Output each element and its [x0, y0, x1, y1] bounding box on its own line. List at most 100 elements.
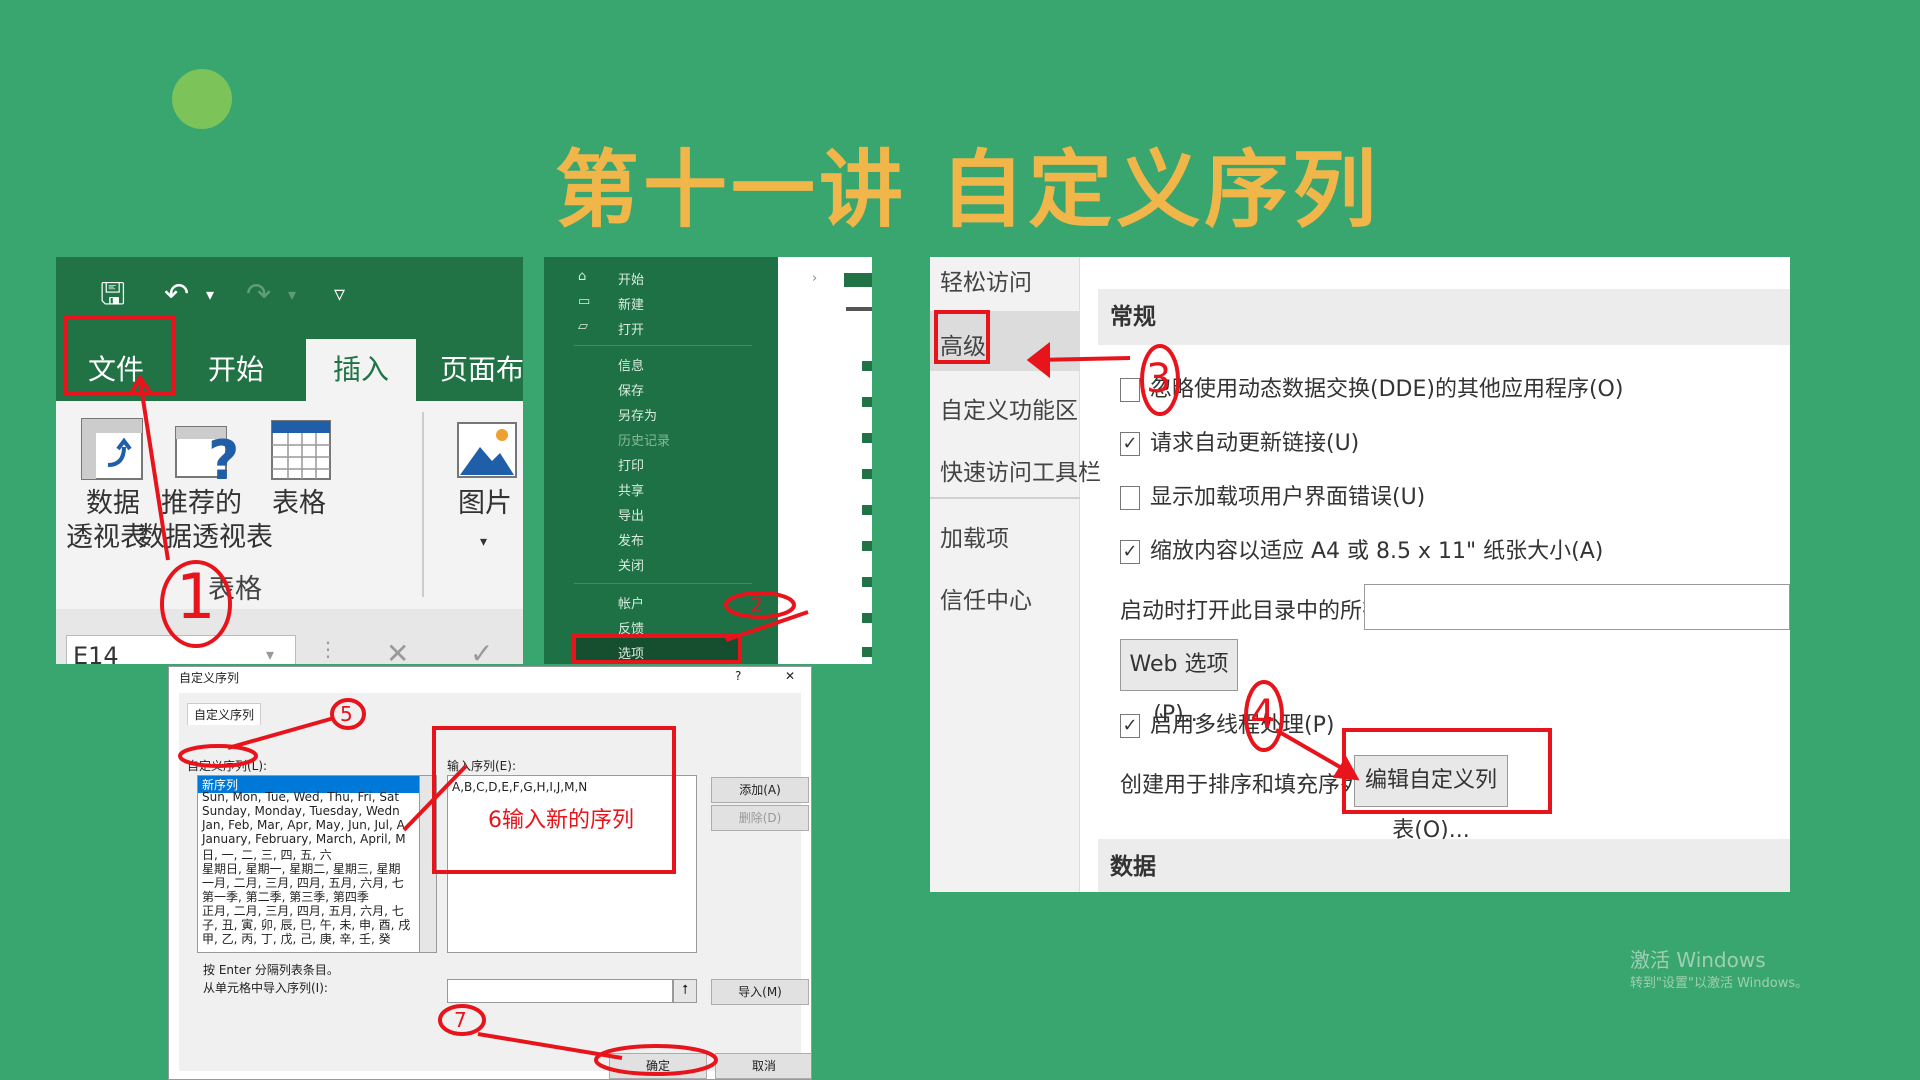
backstage-item-history: 历史记录: [618, 434, 671, 449]
tab-home[interactable]: 开始: [186, 339, 286, 401]
backstage-item-close[interactable]: 关闭: [618, 555, 644, 574]
dialog-body: 自定义序列 自定义序列(L): 输入序列(E): 新序列 Sun, Mon, T…: [179, 693, 811, 1079]
recent-file-icon: [862, 433, 872, 443]
save-icon[interactable]: 🖫: [100, 277, 126, 313]
backstage-item-info[interactable]: 信息: [618, 355, 644, 374]
checkbox-show-addin-errors[interactable]: [1120, 486, 1140, 510]
import-range-input[interactable]: [447, 979, 673, 1003]
pivot-label-2: 透视表: [66, 522, 147, 553]
new-file-icon: ▭: [578, 294, 591, 309]
checkbox-ignore-dde[interactable]: [1120, 378, 1140, 402]
option-scale-paper[interactable]: ✓ 缩放内容以适应 A4 或 8.5 x 11" 纸张大小(A): [1120, 533, 1603, 565]
backstage-item-save[interactable]: 保存: [618, 380, 644, 399]
edit-custom-lists-button[interactable]: 编辑自定义列表(O)...: [1354, 755, 1508, 843]
recent-file-icon: [862, 613, 872, 623]
pivot-table-icon[interactable]: [80, 417, 146, 483]
startup-folder-input[interactable]: [1364, 584, 1790, 630]
dialog-title: 自定义序列: [179, 671, 240, 685]
table-icon[interactable]: [268, 417, 334, 483]
picture-label: 图片: [458, 488, 512, 519]
ok-button[interactable]: 确定: [609, 1053, 707, 1079]
section-data-heading: 数据: [1098, 839, 1790, 892]
recommended-pivot-label-1: 推荐的: [161, 488, 242, 519]
options-nav-add-ins[interactable]: 加载项: [940, 519, 1009, 553]
recent-file-icon: [862, 541, 872, 551]
backstage-item-publish[interactable]: 发布: [618, 530, 644, 549]
list-item[interactable]: 甲, 乙, 丙, 丁, 戊, 己, 庚, 辛, 壬, 癸: [202, 930, 391, 947]
backstage-item-save-as[interactable]: 另存为: [618, 405, 657, 424]
cancel-formula-icon[interactable]: ✕: [386, 637, 409, 664]
web-options-button[interactable]: Web 选项(P)...: [1120, 639, 1238, 727]
options-nav-trust-center[interactable]: 信任中心: [940, 581, 1032, 615]
list-item[interactable]: Jan, Feb, Mar, Apr, May, Jun, Jul, A: [202, 818, 405, 832]
backstage-selected-highlight: [572, 637, 740, 663]
option-auto-update-links[interactable]: ✓ 请求自动更新链接(U): [1120, 425, 1359, 457]
ribbon-separator: [422, 412, 424, 597]
options-nav-divider: [930, 497, 1080, 499]
list-entries-value: A,B,C,D,E,F,G,H,I,J,M,N: [452, 780, 588, 794]
checkbox-multithread[interactable]: ✓: [1120, 714, 1140, 738]
backstage-item-home[interactable]: 开始: [618, 269, 644, 288]
recent-header-mark: [844, 273, 872, 287]
backstage-content: [778, 257, 872, 664]
range-picker-icon[interactable]: ⭡: [673, 979, 697, 1003]
backstage-item-open[interactable]: 打开: [618, 319, 644, 338]
redo-icon: ↷: [246, 277, 272, 312]
backstage-item-print[interactable]: 打印: [618, 455, 644, 474]
table-label: 表格: [272, 488, 326, 519]
recent-file-icon: [862, 469, 872, 479]
list-item[interactable]: Sun, Mon, Tue, Wed, Thu, Fri, Sat: [202, 790, 399, 804]
tab-insert[interactable]: 插入: [306, 339, 416, 401]
add-button[interactable]: 添加(A): [711, 777, 809, 803]
backstage-item-export[interactable]: 导出: [618, 505, 644, 524]
checkbox-auto-update-links[interactable]: ✓: [1120, 432, 1140, 456]
import-button[interactable]: 导入(M): [711, 979, 809, 1005]
backstage-item-share[interactable]: 共享: [618, 480, 644, 499]
section-general-heading: 常规: [1098, 289, 1790, 345]
cancel-button[interactable]: 取消: [715, 1053, 811, 1079]
excel-ribbon-screenshot: 🖫 ↶ ▾ ↷ ▾ ▿ 文件 开始 插入 页面布 数据 透视表 ? 推荐的 数据…: [56, 257, 523, 664]
undo-icon[interactable]: ↶: [164, 277, 189, 313]
option-multithread[interactable]: ✓ 启用多线程处理(P): [1120, 707, 1334, 739]
option-auto-update-links-label: 请求自动更新链接(U): [1150, 431, 1360, 456]
list-item[interactable]: January, February, March, April, M: [202, 832, 406, 846]
checkbox-scale-paper[interactable]: ✓: [1120, 540, 1140, 564]
name-box[interactable]: E14: [66, 635, 296, 664]
backstage-item-account[interactable]: 帐户: [618, 593, 644, 612]
tab-custom-lists[interactable]: 自定义序列: [187, 703, 262, 725]
customize-toolbar-icon[interactable]: ▿: [334, 277, 345, 313]
options-nav-accessibility[interactable]: 轻松访问: [940, 263, 1032, 297]
tab-file[interactable]: 文件: [66, 339, 166, 401]
close-icon[interactable]: ✕: [785, 669, 795, 683]
options-nav-customize-ribbon[interactable]: 自定义功能区: [940, 391, 1078, 425]
option-ignore-dde[interactable]: 忽略使用动态数据交换(DDE)的其他应用程序(O): [1120, 371, 1623, 403]
step4-label: 4: [1250, 692, 1276, 738]
options-nav-quick-access[interactable]: 快速访问工具栏: [940, 453, 1101, 487]
open-folder-icon: ▱: [578, 319, 588, 334]
step5-label: 5: [340, 702, 353, 726]
backstage-item-options[interactable]: 选项: [618, 643, 644, 662]
recent-file-icon: [862, 361, 872, 371]
redo-dropdown-icon: ▾: [288, 285, 297, 304]
svg-text:?: ?: [208, 429, 239, 483]
activation-watermark-title: 激活 Windows: [1630, 948, 1766, 972]
recent-file-icon: [862, 397, 872, 407]
confirm-formula-icon[interactable]: ✓: [470, 637, 493, 664]
backstage-item-feedback[interactable]: 反馈: [618, 618, 644, 637]
recent-file-icon: [862, 577, 872, 587]
option-ignore-dde-label: 忽略使用动态数据交换(DDE)的其他应用程序(O): [1150, 377, 1624, 402]
picture-icon[interactable]: [454, 417, 520, 483]
picture-dropdown-icon[interactable]: ▾: [480, 525, 487, 559]
recommended-pivot-icon[interactable]: ?: [174, 417, 240, 483]
undo-dropdown-icon[interactable]: ▾: [206, 277, 214, 313]
options-nav-advanced[interactable]: 高级: [940, 327, 986, 361]
pivot-label-1: 数据: [86, 488, 140, 519]
help-icon[interactable]: ?: [735, 669, 741, 683]
backstage-item-new[interactable]: 新建: [618, 294, 644, 313]
custom-lists-listbox[interactable]: 新序列 Sun, Mon, Tue, Wed, Thu, Fri, Sat Su…: [197, 775, 437, 953]
listbox-scrollbar[interactable]: [419, 775, 437, 953]
tab-page-layout[interactable]: 页面布: [440, 339, 523, 401]
name-box-dropdown-icon[interactable]: ▾: [266, 645, 274, 664]
option-show-addin-errors[interactable]: 显示加载项用户界面错误(U): [1120, 479, 1425, 511]
list-item[interactable]: Sunday, Monday, Tuesday, Wedn: [202, 804, 400, 818]
